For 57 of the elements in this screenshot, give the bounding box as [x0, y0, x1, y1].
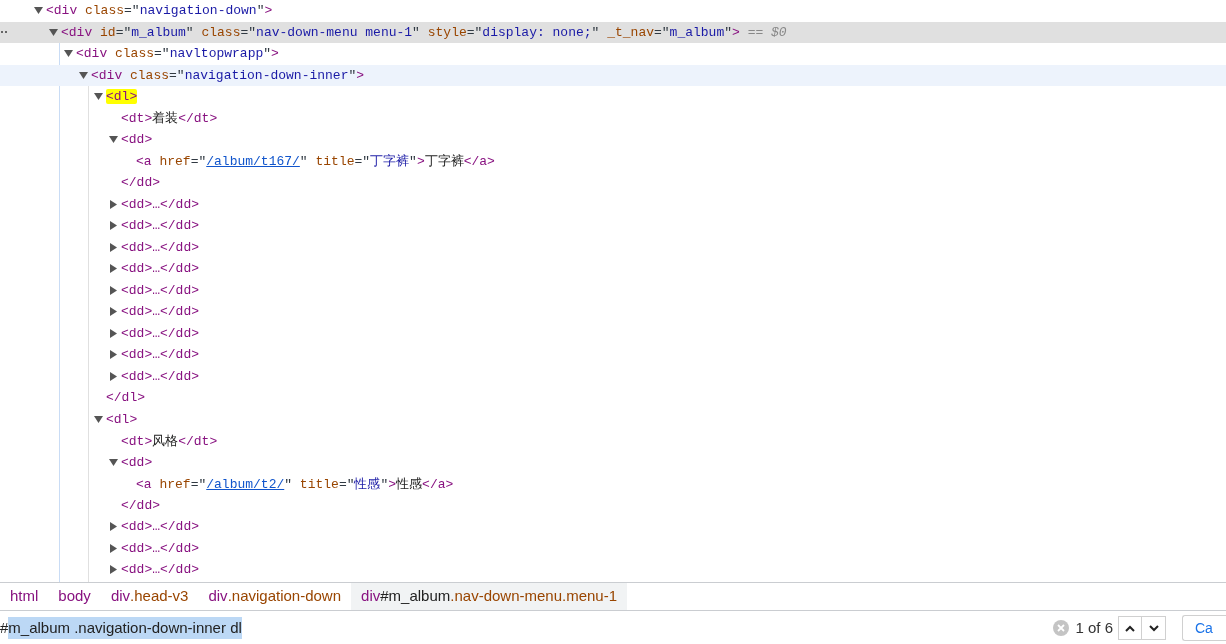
chevron-down-icon	[1148, 624, 1159, 632]
element-line[interactable]: <dd>…</dd>	[119, 345, 199, 365]
element-line[interactable]: <dd>…</dd>	[119, 280, 199, 300]
collapsed-triangle-icon[interactable]	[109, 328, 118, 338]
expanded-triangle-icon[interactable]	[64, 49, 73, 59]
element-line[interactable]: <dd>…</dd>	[119, 323, 199, 343]
collapsed-triangle-icon[interactable]	[109, 522, 118, 532]
collapsed-triangle-icon[interactable]	[109, 264, 118, 274]
element-line[interactable]: </dd>	[119, 173, 160, 193]
more-icon[interactable]	[1, 30, 7, 33]
expanded-triangle-icon[interactable]	[109, 457, 118, 467]
search-field[interactable]: #m_album .navigation-down-inner dl	[0, 612, 1054, 644]
chevron-up-icon	[1125, 624, 1135, 632]
collapsed-triangle-icon[interactable]	[109, 242, 118, 252]
element-line[interactable]: <div class="navltopwrapp">	[74, 44, 279, 64]
element-line[interactable]: <dd>…</dd>	[119, 366, 199, 386]
expanded-triangle-icon[interactable]	[109, 135, 118, 145]
breadcrumb-item[interactable]: div#m_album.nav-down-menu.menu-1	[351, 583, 628, 610]
element-line[interactable]: <dd>…</dd>	[119, 259, 199, 279]
element-line[interactable]: </dd>	[119, 495, 160, 515]
expanded-triangle-icon[interactable]	[34, 6, 43, 16]
element-line[interactable]: <dl>	[104, 409, 138, 429]
collapsed-triangle-icon[interactable]	[109, 565, 118, 575]
element-line[interactable]: <dd>	[119, 452, 153, 472]
element-line[interactable]: <dd>…</dd>	[119, 216, 199, 236]
expanded-triangle-icon[interactable]	[94, 414, 103, 424]
element-line[interactable]: <dd>…</dd>	[119, 560, 199, 580]
element-line[interactable]: <dd>…</dd>	[119, 237, 199, 257]
element-line[interactable]: <dt>着装</dt>	[119, 108, 218, 129]
expanded-triangle-icon[interactable]	[49, 27, 58, 37]
element-line[interactable]: <dt>风格</dt>	[119, 430, 218, 451]
breadcrumb-item[interactable]: div.navigation-down	[198, 583, 352, 610]
expanded-triangle-icon[interactable]	[94, 92, 103, 102]
match-count: 1 of 6	[1075, 617, 1113, 638]
collapsed-triangle-icon[interactable]	[109, 285, 118, 295]
collapsed-triangle-icon[interactable]	[109, 371, 118, 381]
collapsed-triangle-icon[interactable]	[109, 307, 118, 317]
collapsed-triangle-icon[interactable]	[109, 199, 118, 209]
expanded-triangle-icon[interactable]	[79, 70, 88, 80]
cancel-button[interactable]: Ca	[1182, 615, 1226, 641]
collapsed-triangle-icon[interactable]	[109, 350, 118, 360]
next-match-button[interactable]	[1142, 616, 1166, 640]
element-line[interactable]: <dd>…</dd>	[119, 194, 199, 214]
element-line[interactable]: <a href="/album/t2/" title="性感">性感</a>	[134, 473, 454, 494]
previous-match-button[interactable]	[1118, 616, 1142, 640]
element-line[interactable]: <dd>…</dd>	[119, 538, 199, 558]
collapsed-triangle-icon[interactable]	[109, 543, 118, 553]
element-line[interactable]: <a href="/album/t167/" title="丁字裤">丁字裤</a>	[134, 151, 495, 172]
element-line[interactable]: <dd>…</dd>	[119, 302, 199, 322]
breadcrumb-item[interactable]: html	[0, 583, 49, 610]
element-line[interactable]: <dd>	[119, 130, 153, 150]
element-line[interactable]: <dd>…</dd>	[119, 517, 199, 537]
breadcrumb-item[interactable]: body	[48, 583, 101, 610]
collapsed-triangle-icon[interactable]	[109, 221, 118, 231]
element-line[interactable]: </dl>	[104, 388, 145, 408]
breadcrumb-item[interactable]: div.head-v3	[100, 583, 199, 610]
element-line[interactable]: <div class="navigation-down">	[44, 1, 273, 21]
